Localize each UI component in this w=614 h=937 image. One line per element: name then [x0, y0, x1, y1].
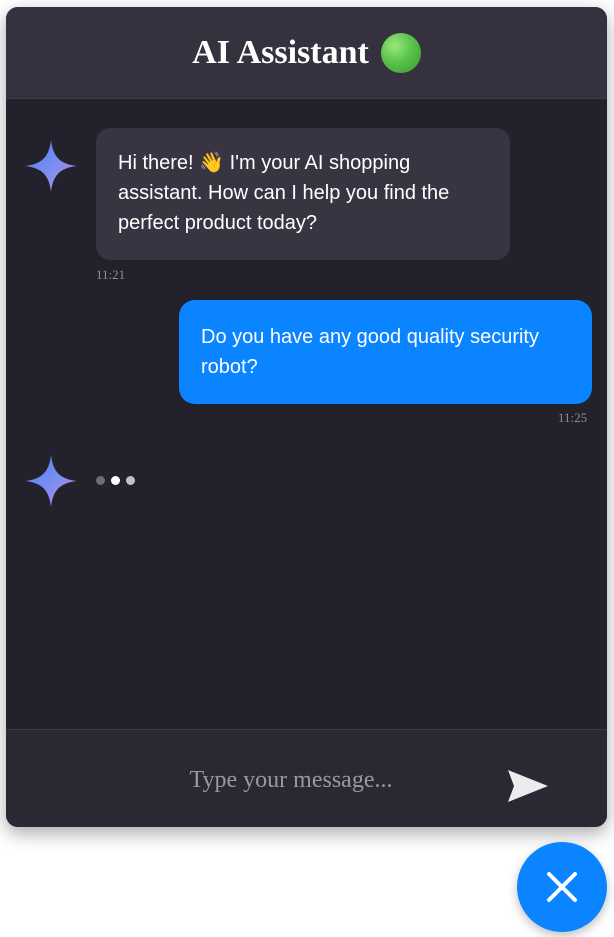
user-message-text: Do you have any good quality security ro… [201, 326, 539, 378]
assistant-avatar [23, 138, 79, 194]
assistant-message-time: 11:21 [96, 267, 126, 282]
typing-dot [111, 476, 120, 485]
message-list[interactable]: Hi there! 👋 I'm your AI shopping assista… [6, 99, 607, 729]
typing-avatar [23, 453, 79, 509]
send-button[interactable] [504, 766, 552, 806]
user-message-bubble: Do you have any good quality security ro… [179, 300, 592, 404]
assistant-message-text: Hi there! 👋 I'm your AI shopping assista… [118, 152, 450, 234]
input-bar [6, 729, 607, 827]
green-circle-icon [380, 32, 421, 73]
sparkle-icon [25, 140, 77, 192]
chat-header: AI Assistant [6, 7, 607, 99]
sparkle-icon [25, 455, 77, 507]
close-chat-button[interactable] [517, 842, 607, 932]
assistant-message-bubble: Hi there! 👋 I'm your AI shopping assista… [96, 128, 510, 260]
close-icon [547, 872, 577, 902]
send-icon [508, 770, 548, 802]
user-message-time: 11:25 [558, 410, 588, 425]
typing-dot [126, 476, 135, 485]
chat-window: AI Assistant Hi there! 👋 I'm your AI sho… [6, 7, 607, 827]
chat-title: AI Assistant [192, 33, 369, 71]
message-input[interactable] [126, 758, 456, 802]
typing-dot [96, 476, 105, 485]
